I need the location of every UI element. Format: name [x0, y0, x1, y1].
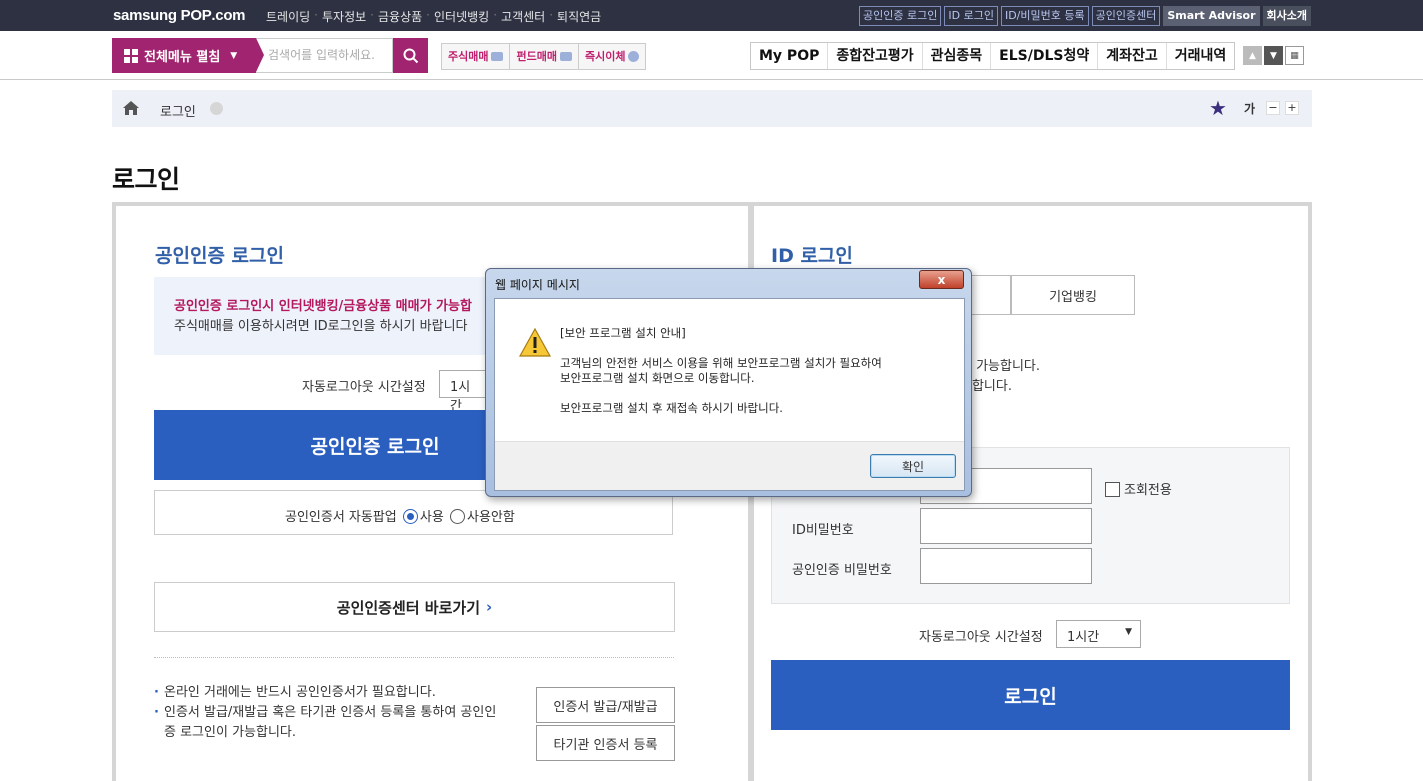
nav-controls: ▲ ▼ ▦: [1243, 46, 1304, 65]
cert-popup-label: 공인인증서 자동팝업: [285, 510, 397, 525]
dialog-title: 웹 페이지 메시지: [495, 278, 580, 292]
web-page-message-dialog: 웹 페이지 메시지 x [보안 프로그램 설치 안내] 고객님의 안전한 서비스…: [485, 268, 972, 497]
topnav-customer-center[interactable]: 고객센터: [501, 8, 545, 25]
quick-stock-trade[interactable]: 주식매매: [442, 44, 511, 69]
dialog-message: [보안 프로그램 설치 안내] 고객님의 안전한 서비스 이용을 위해 보안프로…: [560, 326, 882, 415]
id-notice: 가 가능합니다. 동합니다.: [960, 359, 1041, 394]
list-item: 인증서 발급/재발급 혹은 타기관 인증서 등록을 통하여 공인인증 로그인이 …: [154, 703, 499, 743]
auto-logout-select[interactable]: 1시간 ▼: [1056, 620, 1141, 648]
warning-icon: [518, 327, 552, 361]
auto-logout-select[interactable]: 1시간: [439, 370, 489, 414]
smart-advisor-link[interactable]: Smart Advisor: [1163, 6, 1260, 26]
breadcrumb: 로그인 ★ 가 − +: [112, 90, 1312, 127]
cert-center-button[interactable]: 공인인증센터 바로가기 ›: [154, 582, 675, 632]
layout-icon[interactable]: ▦: [1285, 46, 1304, 65]
topnav-banking[interactable]: 인터넷뱅킹: [434, 8, 489, 25]
id-login-link[interactable]: ID 로그인: [944, 6, 998, 26]
font-increase-button[interactable]: +: [1285, 101, 1299, 115]
password-field[interactable]: [920, 508, 1092, 544]
transfer-icon: [628, 51, 640, 62]
company-link[interactable]: 회사소개: [1262, 6, 1311, 26]
cert-login-button[interactable]: 공인인증 로그인: [154, 410, 486, 480]
chevron-up-icon[interactable]: ▲: [1243, 46, 1262, 65]
chevron-right-icon: ›: [486, 598, 493, 616]
quick-transfer[interactable]: 즉시이체: [578, 44, 646, 69]
nav-account-balance[interactable]: 계좌잔고: [1098, 43, 1167, 69]
cert-register-button[interactable]: 타기관 인증서 등록: [536, 725, 675, 761]
topnav-products[interactable]: 금융상품: [378, 8, 422, 25]
chevron-down-icon: ▼: [1125, 627, 1132, 637]
font-size-label: 가: [1244, 102, 1256, 116]
fund-icon: [559, 52, 572, 61]
id-login-title: ID 로그인: [771, 245, 853, 267]
topnav-trading[interactable]: 트레이딩: [266, 8, 310, 25]
menu-arrow-tip: [256, 38, 264, 72]
home-icon[interactable]: [122, 100, 140, 120]
popup-off-radio[interactable]: [449, 509, 465, 524]
cert-notice: 공인인증 로그인시 인터넷뱅킹/금융상품 매매가 가능합 주식매매를 이용하시려…: [154, 277, 494, 355]
grid-icon: [124, 48, 138, 63]
cert-center-link[interactable]: 공인인증센터: [1091, 6, 1161, 26]
top-nav: 트레이딩 · 투자정보 · 금융상품 · 인터넷뱅킹 · 고객센터 · 퇴직연금: [266, 8, 602, 25]
cert-login-link[interactable]: 공인인증 로그인: [859, 6, 942, 26]
tab-corporate[interactable]: 기업뱅킹: [1011, 275, 1135, 315]
top-links: 공인인증 로그인 ID 로그인 ID/비밀번호 등록 공인인증센터 Smart …: [859, 6, 1311, 26]
breadcrumb-current: 로그인: [160, 105, 196, 120]
font-decrease-button[interactable]: −: [1266, 101, 1280, 115]
star-icon[interactable]: ★: [1209, 96, 1227, 120]
topnav-invest-info[interactable]: 투자정보: [322, 8, 366, 25]
main-nav: My POP 종합잔고평가 관심종목 ELS/DLS청약 계좌잔고 거래내역: [750, 42, 1236, 70]
close-button[interactable]: x: [919, 270, 964, 289]
quick-links: 주식매매 펀드매매 즉시이체: [441, 43, 647, 70]
cert-login-title: 공인인증 로그인: [155, 245, 284, 267]
search-input[interactable]: 검색어를 입력하세요.: [256, 38, 393, 73]
chevron-down-icon: ▼: [230, 50, 238, 61]
all-menu-label: 전체메뉴 펼침: [144, 50, 221, 65]
nav-watchlist[interactable]: 관심종목: [923, 43, 992, 69]
search-button[interactable]: [393, 38, 428, 73]
divider: [0, 79, 1423, 80]
top-bar: samsung POP.com 트레이딩 · 투자정보 · 금융상품 · 인터넷뱅킹 ·…: [0, 0, 1423, 31]
quick-fund-trade[interactable]: 펀드매매: [510, 44, 579, 69]
nav-els-dls[interactable]: ELS/DLS청약: [991, 43, 1099, 69]
bar-chart-icon: [491, 52, 504, 61]
dialog-body: [보안 프로그램 설치 안내] 고객님의 안전한 서비스 이용을 위해 보안프로…: [494, 298, 965, 491]
cert-password-field[interactable]: [920, 548, 1092, 584]
chevron-down-icon[interactable]: ▼: [1264, 46, 1283, 65]
ok-button[interactable]: 확인: [870, 454, 956, 478]
nav-my-pop[interactable]: My POP: [751, 43, 829, 69]
id-register-link[interactable]: ID/비밀번호 등록: [1000, 6, 1089, 26]
id-login-button[interactable]: 로그인: [771, 660, 1290, 730]
list-item: 온라인 거래에는 반드시 공인인증서가 필요합니다.: [154, 683, 499, 703]
topnav-pension[interactable]: 퇴직연금: [557, 8, 601, 25]
popup-on-radio[interactable]: [402, 509, 418, 524]
cert-pw-label: 공인인증 비밀번호: [792, 563, 892, 578]
auto-logout-label: 자동로그아웃 시간설정: [919, 630, 1043, 645]
search-icon: [403, 48, 418, 63]
nav-balance-eval[interactable]: 종합잔고평가: [828, 43, 923, 69]
inquiry-only-checkbox[interactable]: 조회전용: [1105, 479, 1172, 498]
logo[interactable]: samsung POP.com: [113, 7, 246, 24]
cert-issue-button[interactable]: 인증서 발급/재발급: [536, 687, 675, 723]
all-menu-button[interactable]: 전체메뉴 펼침 ▼: [112, 38, 256, 73]
pw-label: ID비밀번호: [792, 523, 854, 538]
cert-info-list: 온라인 거래에는 반드시 공인인증서가 필요합니다. 인증서 발급/재발급 혹은…: [154, 683, 499, 743]
auto-logout-label: 자동로그아웃 시간설정: [302, 380, 426, 395]
chevron-right-icon: [210, 102, 223, 115]
divider: [154, 657, 674, 658]
nav-transactions[interactable]: 거래내역: [1167, 43, 1235, 69]
page-title: 로그인: [112, 165, 180, 194]
